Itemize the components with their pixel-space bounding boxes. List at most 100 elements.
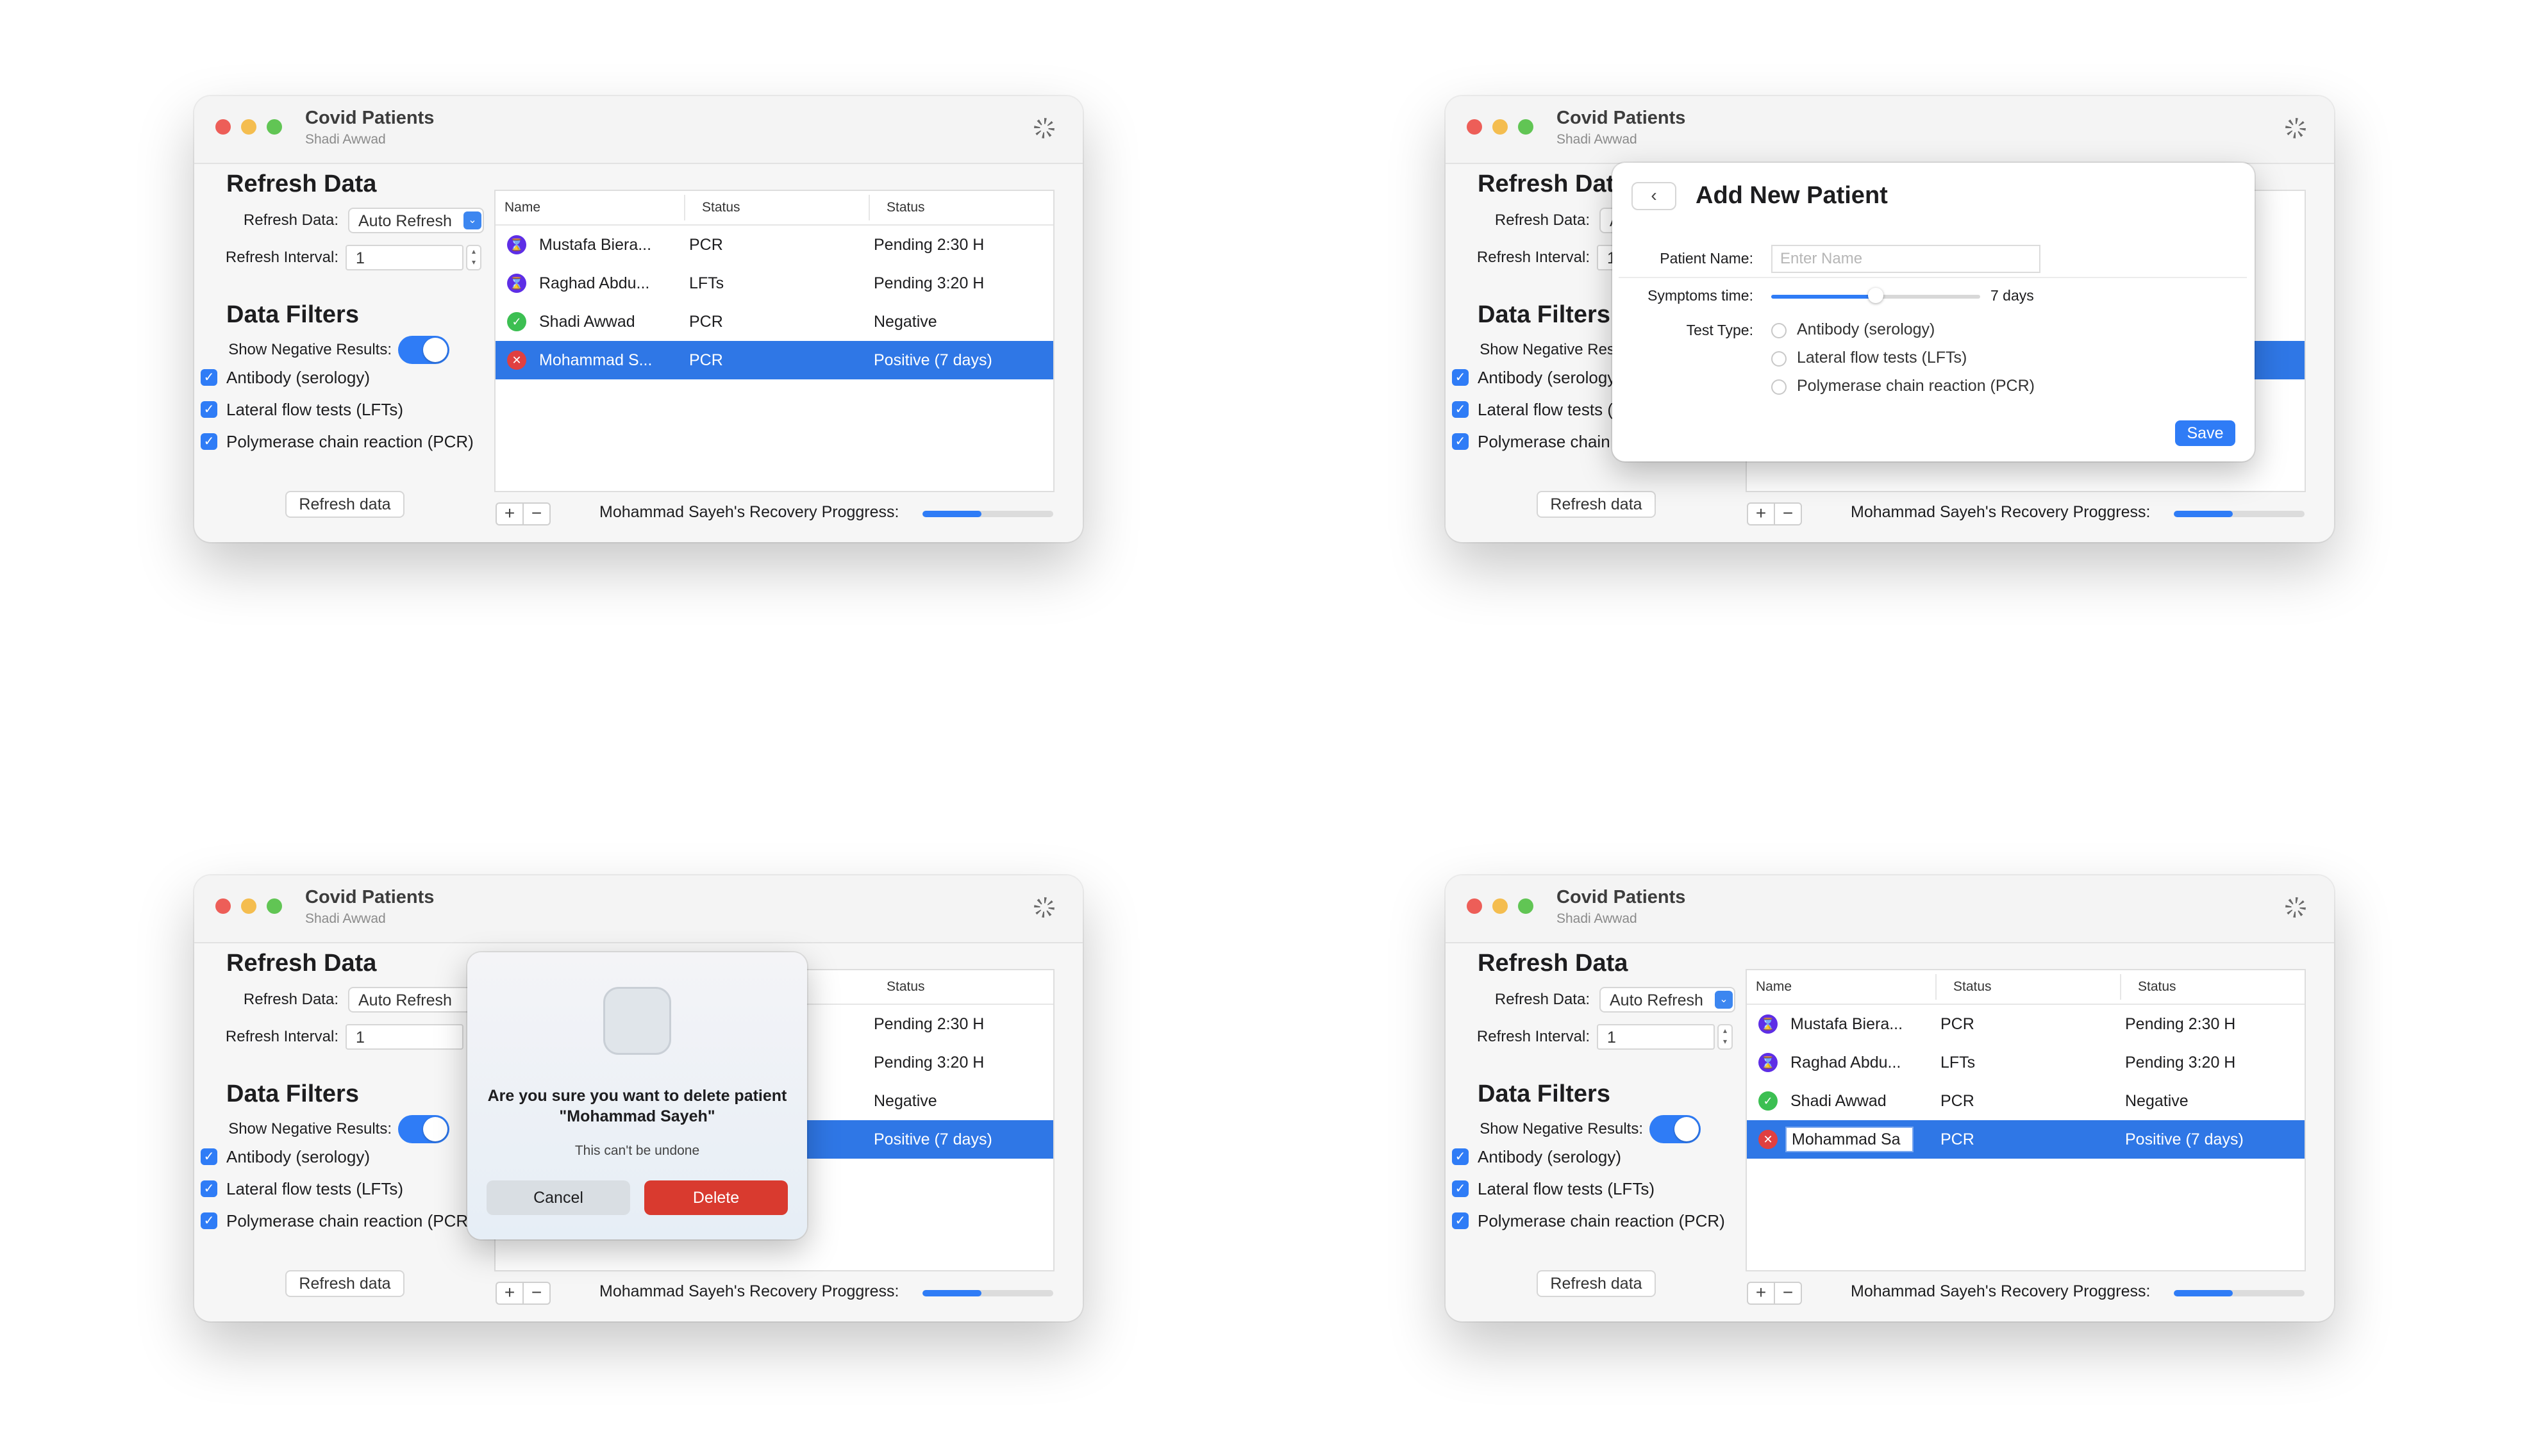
window-subtitle: Shadi Awwad bbox=[1556, 911, 1637, 926]
add-patient-button[interactable]: + bbox=[1747, 502, 1775, 525]
cancel-button[interactable]: Cancel bbox=[487, 1180, 630, 1215]
refresh-mode-popup[interactable]: Auto Refresh ⌄ bbox=[1599, 987, 1735, 1013]
pcr-checkbox[interactable]: ✓ bbox=[1452, 433, 1469, 450]
alert-message: Are you sure you want to delete patient … bbox=[487, 1087, 787, 1125]
table-row-selected[interactable]: ✕ Mohammad S... PCR Positive (7 days) bbox=[496, 341, 1053, 379]
lft-checkbox[interactable]: ✓ bbox=[201, 1180, 217, 1197]
table-row[interactable]: ⌛ Mustafa Biera... PCR Pending 2:30 H bbox=[496, 226, 1053, 264]
patient-name-input[interactable] bbox=[1771, 245, 2040, 273]
patients-table[interactable]: Name Status Status ⌛ Mustafa Biera... PC… bbox=[494, 190, 1055, 492]
add-patient-button[interactable]: + bbox=[496, 502, 524, 525]
main-window-delete-alert: Covid Patients Shadi Awwad Refresh Data … bbox=[194, 875, 1083, 1321]
table-row[interactable]: ⌛ Raghad Abdu... LFTs Pending 3:20 H bbox=[496, 264, 1053, 302]
column-header-name[interactable]: Name bbox=[1756, 979, 1792, 995]
refresh-mode-popup[interactable]: Auto Refresh bbox=[348, 987, 484, 1013]
remove-patient-button[interactable]: − bbox=[522, 1282, 551, 1305]
antibody-checkbox[interactable]: ✓ bbox=[1452, 1148, 1469, 1165]
interval-field[interactable]: 1 bbox=[346, 245, 463, 270]
table-row-selected[interactable]: ✕ Mohammad Sa PCR Positive (7 days) bbox=[1747, 1120, 2305, 1159]
close-button[interactable] bbox=[215, 119, 231, 135]
window-subtitle: Shadi Awwad bbox=[305, 911, 386, 926]
symptoms-slider[interactable] bbox=[1771, 288, 1980, 303]
interval-stepper[interactable]: ▴ ▾ bbox=[1717, 1024, 1733, 1050]
refresh-data-button[interactable]: Refresh data bbox=[1537, 491, 1656, 518]
patient-test: PCR bbox=[1940, 1015, 1974, 1033]
interval-label: Refresh Interval: bbox=[1476, 249, 1590, 266]
close-button[interactable] bbox=[1467, 119, 1482, 135]
antibody-checkbox[interactable]: ✓ bbox=[201, 1148, 217, 1165]
patient-status: Pending 3:20 H bbox=[2125, 1054, 2236, 1071]
table-row[interactable]: ✓ Shadi Awwad PCR Negative bbox=[1747, 1082, 2305, 1120]
table-row[interactable]: ✓ Shadi Awwad PCR Negative bbox=[496, 302, 1053, 341]
antibody-radio-label: Antibody (serology) bbox=[1797, 320, 1935, 338]
back-button[interactable]: ‹ bbox=[1631, 182, 1676, 210]
window-subtitle: Shadi Awwad bbox=[305, 132, 386, 147]
refresh-data-button[interactable]: Refresh data bbox=[285, 1270, 404, 1297]
show-negative-toggle[interactable] bbox=[1649, 1115, 1701, 1143]
zoom-button[interactable] bbox=[1518, 119, 1533, 135]
show-negative-label: Show Negative Results: bbox=[228, 1120, 392, 1138]
pcr-checkbox[interactable]: ✓ bbox=[1452, 1212, 1469, 1229]
minimize-button[interactable] bbox=[241, 119, 256, 135]
lft-radio[interactable] bbox=[1771, 351, 1787, 367]
lft-checkbox[interactable]: ✓ bbox=[1452, 1180, 1469, 1197]
rename-field[interactable]: Mohammad Sa bbox=[1785, 1127, 1914, 1152]
close-button[interactable] bbox=[1467, 898, 1482, 914]
interval-stepper[interactable]: ▴ ▾ bbox=[466, 245, 481, 270]
add-patient-button[interactable]: + bbox=[1747, 1282, 1775, 1305]
close-button[interactable] bbox=[215, 898, 231, 914]
slider-knob[interactable] bbox=[1868, 288, 1883, 303]
patient-status: Positive (7 days) bbox=[2125, 1130, 2244, 1148]
column-header-test[interactable]: Status bbox=[702, 200, 740, 215]
refresh-data-button[interactable]: Refresh data bbox=[1537, 1270, 1656, 1297]
show-negative-toggle[interactable] bbox=[398, 336, 449, 364]
antibody-label: Antibody (serology) bbox=[1478, 368, 1621, 387]
hourglass-icon: ⌛ bbox=[1758, 1014, 1778, 1034]
patient-name: Mustafa Biera... bbox=[539, 236, 652, 254]
remove-patient-button[interactable]: − bbox=[522, 502, 551, 525]
pcr-radio-label: Polymerase chain reaction (PCR) bbox=[1797, 377, 2035, 395]
pcr-radio[interactable] bbox=[1771, 379, 1787, 395]
table-row[interactable]: ⌛ Raghad Abdu... LFTs Pending 3:20 H bbox=[1747, 1043, 2305, 1082]
minimize-button[interactable] bbox=[241, 898, 256, 914]
zoom-button[interactable] bbox=[267, 898, 282, 914]
zoom-button[interactable] bbox=[267, 119, 282, 135]
loading-spinner-icon bbox=[1034, 897, 1055, 918]
minimize-button[interactable] bbox=[1492, 898, 1508, 914]
refresh-data-button[interactable]: Refresh data bbox=[285, 491, 404, 518]
patients-table[interactable]: Name Status Status ⌛ Mustafa Biera... PC… bbox=[1746, 969, 2306, 1271]
slider-fill bbox=[1771, 295, 1876, 299]
remove-patient-button[interactable]: − bbox=[1774, 502, 1802, 525]
minimize-button[interactable] bbox=[1492, 119, 1508, 135]
patient-test: LFTs bbox=[1940, 1054, 1976, 1071]
show-negative-toggle[interactable] bbox=[398, 1115, 449, 1143]
lft-checkbox[interactable]: ✓ bbox=[201, 401, 217, 418]
delete-button[interactable]: Delete bbox=[644, 1180, 788, 1215]
window-title: Covid Patients bbox=[1556, 108, 1686, 128]
zoom-button[interactable] bbox=[1518, 898, 1533, 914]
column-header-name[interactable]: Name bbox=[505, 200, 540, 215]
lft-label: Lateral flow tests (LFTs) bbox=[226, 400, 403, 419]
column-header-status[interactable]: Status bbox=[887, 979, 925, 995]
interval-field[interactable]: 1 bbox=[1597, 1024, 1715, 1050]
antibody-checkbox[interactable]: ✓ bbox=[1452, 369, 1469, 386]
pcr-checkbox[interactable]: ✓ bbox=[201, 1212, 217, 1229]
column-header-status[interactable]: Status bbox=[2138, 979, 2176, 995]
lft-checkbox[interactable]: ✓ bbox=[1452, 401, 1469, 418]
column-header-test[interactable]: Status bbox=[1953, 979, 1992, 995]
pcr-checkbox[interactable]: ✓ bbox=[201, 433, 217, 450]
antibody-checkbox[interactable]: ✓ bbox=[201, 369, 217, 386]
interval-field[interactable]: 1 bbox=[346, 1024, 463, 1050]
antibody-label: Antibody (serology) bbox=[226, 368, 370, 387]
antibody-radio[interactable] bbox=[1771, 323, 1787, 338]
patient-test: PCR bbox=[1940, 1130, 1974, 1148]
column-header-status[interactable]: Status bbox=[887, 200, 925, 215]
refresh-mode-popup[interactable]: Auto Refresh ⌄ bbox=[348, 208, 484, 233]
refresh-label: Refresh Data: bbox=[1494, 211, 1590, 229]
add-patient-button[interactable]: + bbox=[496, 1282, 524, 1305]
save-button[interactable]: Save bbox=[2175, 420, 2235, 446]
remove-patient-button[interactable]: − bbox=[1774, 1282, 1802, 1305]
antibody-label: Antibody (serology) bbox=[226, 1147, 370, 1166]
table-row[interactable]: ⌛ Mustafa Biera... PCR Pending 2:30 H bbox=[1747, 1005, 2305, 1043]
patient-status: Pending 2:30 H bbox=[2125, 1015, 2236, 1033]
